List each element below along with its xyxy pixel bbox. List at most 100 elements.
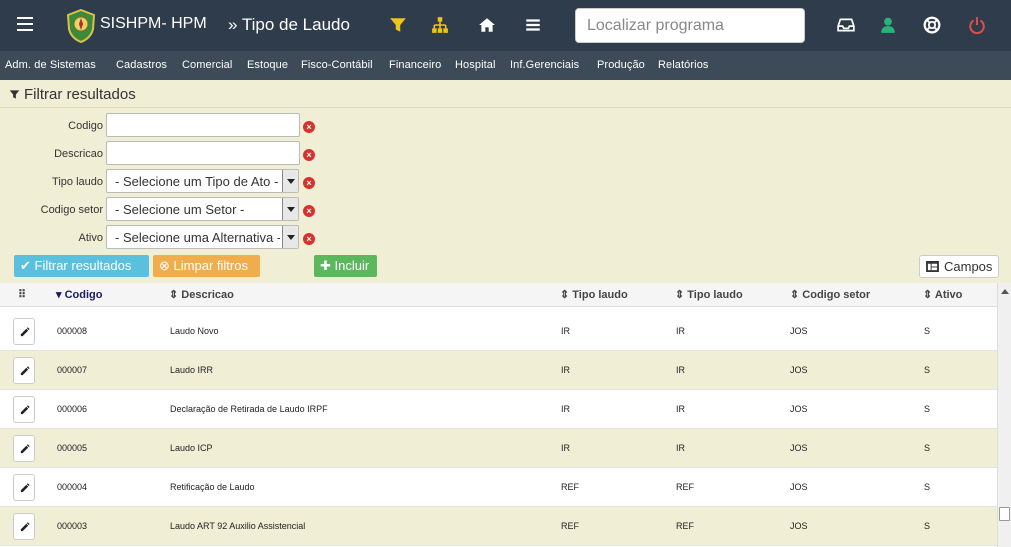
grid-header: ⠿ ▾ Codigo ⇕ Descricao ⇕ Tipo laudo ⇕ Ti… (0, 283, 997, 307)
pencil-icon (20, 327, 30, 337)
filter-icon (9, 90, 20, 99)
tipo-laudo-label: Tipo laudo (52, 176, 103, 188)
user-icon[interactable] (879, 16, 897, 34)
table-row[interactable]: 000005 Laudo ICP IR IR JOS S (0, 429, 997, 468)
campos-button[interactable]: Campos (919, 255, 999, 278)
page-title: » Tipo de Laudo (228, 15, 350, 34)
cell-descricao: Declaração de Retirada de Laudo IRPF (170, 404, 328, 414)
sort-desc-icon: ▾ (56, 289, 65, 301)
cell-tipo-laudo-1: IR (561, 443, 570, 453)
menu-item-cadastros[interactable]: Cadastros (116, 59, 167, 71)
scroll-up-icon[interactable] (1001, 289, 1009, 294)
limpar-filtros-label: Limpar filtros (173, 258, 248, 273)
cell-codigo-setor: JOS (790, 404, 808, 414)
cell-tipo-laudo-1: IR (561, 365, 570, 375)
cell-ativo: S (924, 365, 931, 375)
column-header-tipo-laudo-2[interactable]: ⇕ Tipo laudo (675, 288, 743, 301)
table-row[interactable]: 000004 Retificação de Laudo REF REF JOS S (0, 468, 997, 507)
menu-item-hospital[interactable]: Hospital (455, 59, 496, 71)
filter-panel-header[interactable]: Filtrar resultados (0, 80, 1011, 108)
menu-item-inf-gerenciais[interactable]: Inf.Gerenciais (510, 59, 579, 71)
menu-item-estoque[interactable]: Estoque (247, 59, 288, 71)
drag-handle-icon[interactable]: ⠿ (18, 288, 26, 301)
cell-tipo-laudo-2: IR (676, 404, 685, 414)
cell-descricao: Laudo IRR (170, 365, 214, 375)
column-header-ativo[interactable]: ⇕ Ativo (923, 288, 962, 301)
sort-icon: ⇕ (923, 289, 935, 301)
columns-icon (926, 261, 939, 272)
sitemap-icon[interactable] (431, 16, 449, 34)
column-header-tipo-laudo-1[interactable]: ⇕ Tipo laudo (560, 288, 628, 301)
cell-ativo: S (924, 482, 931, 492)
table-row[interactable]: 000003 Laudo ART 92 Auxilio Assistencial R… (0, 507, 997, 546)
cell-codigo-setor: JOS (790, 482, 808, 492)
table-row[interactable]: 000006 Declaração de Retirada de Laudo IR… (0, 390, 997, 429)
ativo-select[interactable]: - Selecione uma Alternativa - (106, 225, 299, 249)
codigo-setor-select[interactable]: - Selecione um Setor - (106, 197, 299, 221)
clear-codigo-icon[interactable]: × (303, 121, 315, 133)
column-header-codigo[interactable]: ▾ Codigo (56, 288, 102, 301)
sort-icon: ⇕ (675, 289, 688, 301)
hamburger-icon[interactable] (17, 17, 33, 33)
lifebuoy-icon[interactable] (923, 16, 941, 34)
pencil-icon (20, 444, 30, 454)
clear-tipo-laudo-icon[interactable]: × (303, 177, 315, 189)
tipo-laudo-select[interactable]: - Selecione um Tipo de Ato - (106, 169, 299, 193)
pencil-icon (20, 405, 30, 415)
cell-codigo: 000004 (57, 482, 88, 492)
menu-item-producao[interactable]: Produção (597, 59, 645, 71)
pencil-icon (20, 483, 30, 493)
cell-codigo: 000005 (57, 443, 88, 453)
menu-item-adm-sistemas[interactable]: Adm. de Sistemas (5, 59, 96, 71)
codigo-label: Codigo (68, 120, 103, 132)
edit-button[interactable] (13, 435, 35, 462)
column-header-codigo-setor[interactable]: ⇕ Codigo setor (790, 288, 870, 301)
cell-tipo-laudo-1: REF (561, 521, 579, 531)
chevron-down-icon (282, 170, 298, 192)
inbox-icon[interactable] (837, 16, 855, 34)
menu-item-comercial[interactable]: Comercial (182, 59, 232, 71)
table-row[interactable]: 000008 Laudo Novo IR IR JOS S (0, 312, 997, 351)
edit-button[interactable] (13, 357, 35, 384)
edit-button[interactable] (13, 474, 35, 501)
table-row[interactable]: 000007 Laudo IRR IR IR JOS S (0, 351, 997, 390)
incluir-button[interactable]: ✚ Incluir (314, 255, 377, 277)
filtrar-resultados-button[interactable]: ✔ Filtrar resultados (14, 255, 149, 277)
cell-codigo-setor: JOS (790, 521, 808, 531)
codigo-input[interactable] (106, 113, 300, 137)
descricao-input[interactable] (106, 141, 300, 165)
main-menu: Adm. de Sistemas Cadastros Comercial Est… (0, 51, 1011, 80)
sort-icon: ⇕ (169, 289, 182, 301)
cell-codigo-setor: JOS (790, 443, 808, 453)
grid-scrollbar[interactable] (997, 283, 1011, 547)
scrollbar-thumb[interactable] (999, 507, 1010, 521)
top-navbar: SISHPM- HPM » Tipo de Laudo (0, 0, 1011, 51)
menu-item-financeiro[interactable]: Financeiro (389, 59, 441, 71)
limpar-filtros-button[interactable]: ⊗ Limpar filtros (153, 255, 260, 277)
menu-item-fisco-contabil[interactable]: Fisco-Contábil (301, 59, 373, 71)
ativo-label: Ativo (78, 232, 103, 244)
edit-button[interactable] (13, 396, 35, 423)
list-icon[interactable] (524, 16, 542, 34)
edit-button[interactable] (13, 318, 35, 345)
cell-codigo-setor: JOS (790, 326, 808, 336)
cell-descricao: Laudo ART 92 Auxilio Assistencial (170, 521, 306, 531)
filter-icon[interactable] (389, 16, 407, 34)
power-icon[interactable] (968, 16, 986, 34)
clear-codigo-setor-icon[interactable]: × (303, 205, 315, 217)
menu-item-relatorios[interactable]: Relatórios (658, 59, 709, 71)
clear-descricao-icon[interactable]: × (303, 149, 315, 161)
column-header-descricao[interactable]: ⇕ Descricao (169, 288, 234, 301)
edit-button[interactable] (13, 513, 35, 540)
search-input[interactable] (575, 8, 805, 43)
incluir-label: Incluir (334, 258, 370, 273)
cell-tipo-laudo-2: IR (676, 443, 685, 453)
cell-codigo: 000007 (57, 365, 88, 375)
cell-ativo: S (924, 521, 931, 531)
cell-codigo: 000006 (57, 404, 88, 414)
clear-ativo-icon[interactable]: × (303, 233, 315, 245)
home-icon[interactable] (478, 16, 496, 34)
codigo-setor-select-value: - Selecione um Setor - (115, 202, 245, 217)
plus-icon: ✚ (320, 258, 331, 273)
results-grid: ⠿ ▾ Codigo ⇕ Descricao ⇕ Tipo laudo ⇕ Ti… (0, 283, 997, 547)
